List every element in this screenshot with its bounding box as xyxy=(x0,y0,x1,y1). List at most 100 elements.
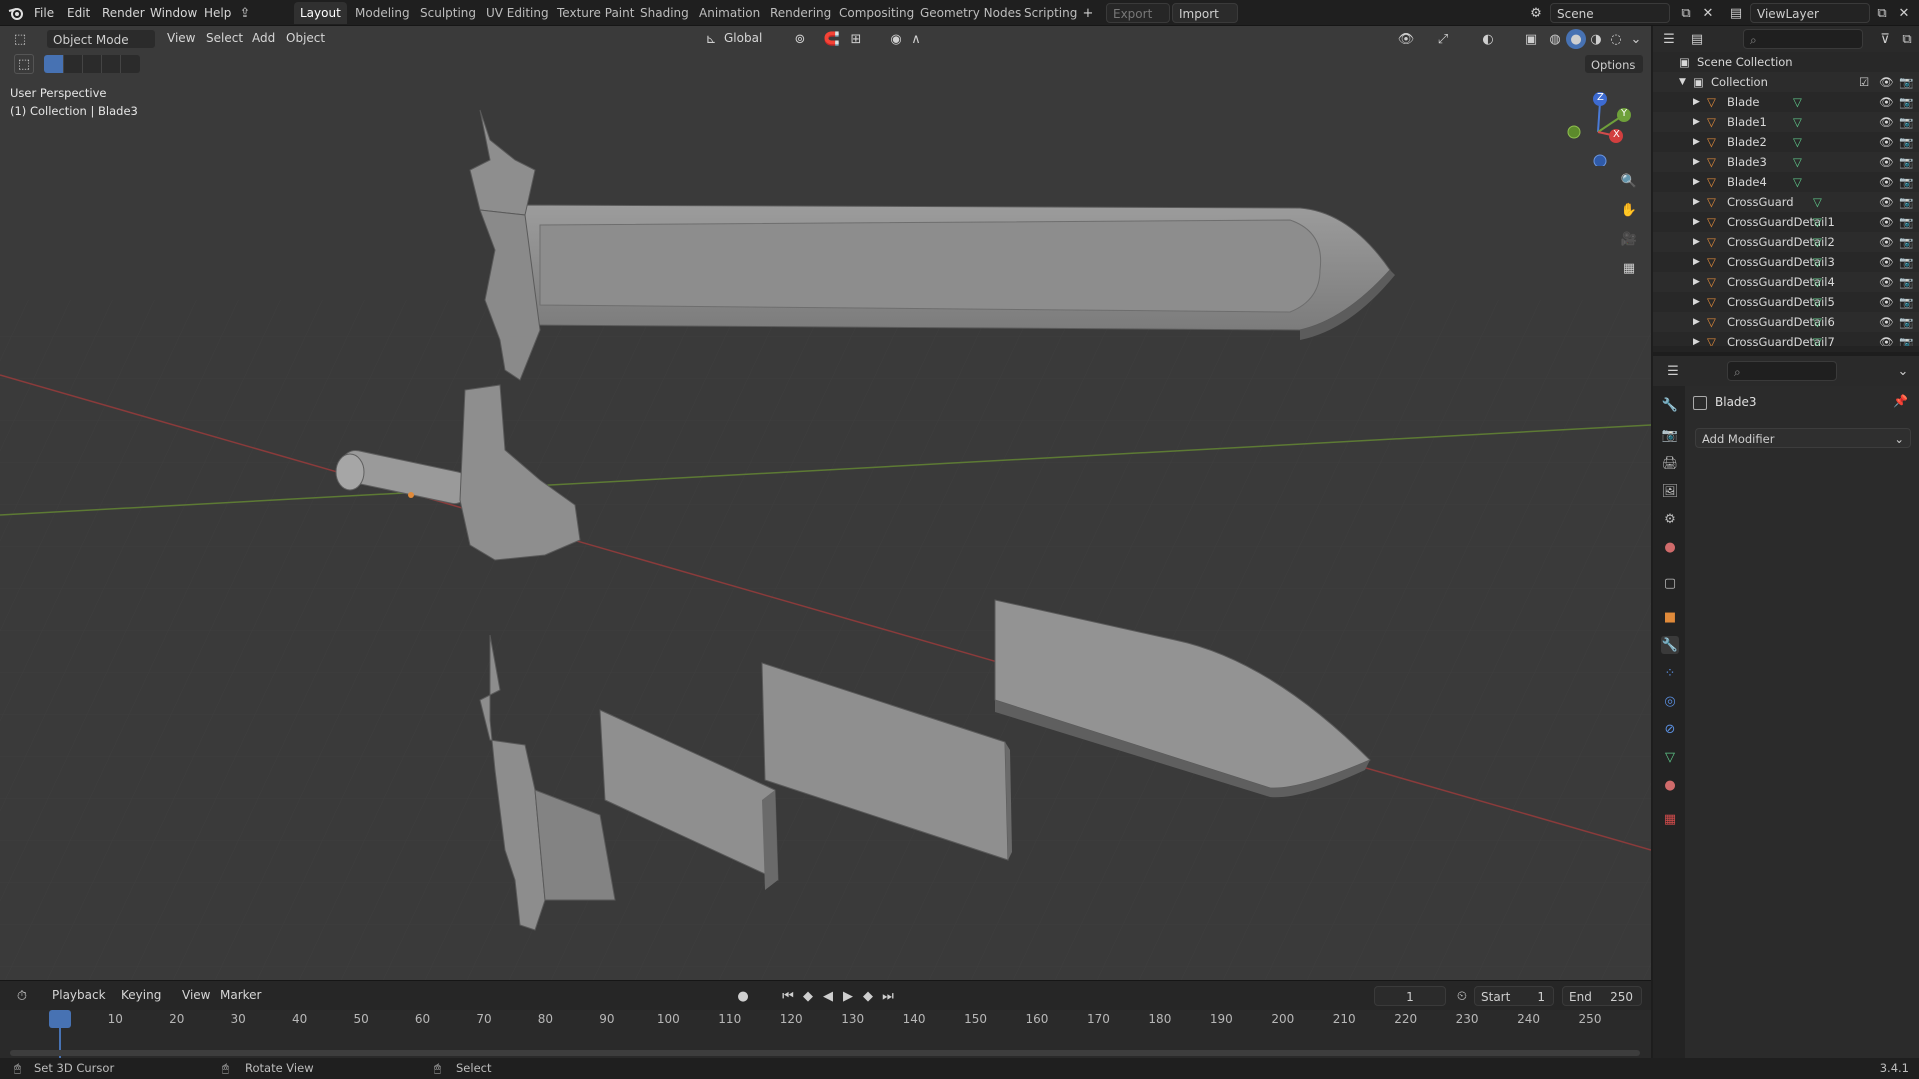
tab-uv-editing[interactable]: UV Editing xyxy=(480,2,555,24)
camera-icon[interactable]: 📷 xyxy=(1899,192,1913,212)
wireframe-shading-icon[interactable]: ◍ xyxy=(1545,29,1565,49)
blender-logo-icon[interactable] xyxy=(6,3,26,23)
select-extend-icon[interactable] xyxy=(63,55,82,73)
outliner-item[interactable]: ▶ ▽ CrossGuardDetail5 ▽ 👁 📷 xyxy=(1653,292,1919,312)
outliner-item[interactable]: ▶ ▽ Blade2 ▽ 👁 📷 xyxy=(1653,132,1919,152)
timeline-scrollbar[interactable] xyxy=(10,1050,1640,1056)
camera-icon[interactable]: 📷 xyxy=(1899,112,1913,132)
snap-target-icon[interactable]: ⊞ xyxy=(846,29,866,49)
menu-help[interactable]: Help xyxy=(204,4,231,22)
properties-options-icon[interactable]: ⌄ xyxy=(1893,361,1913,381)
camera-icon[interactable]: 📷 xyxy=(1899,172,1913,192)
snap-icon[interactable]: 🧲 xyxy=(822,29,842,49)
frame-ruler[interactable]: 1102030405060708090100110120130140150160… xyxy=(0,1010,1651,1032)
outliner-item[interactable]: ▶ ▽ Blade4 ▽ 👁 📷 xyxy=(1653,172,1919,192)
expand-icon[interactable]: ▶ xyxy=(1693,252,1700,272)
output-tab-icon[interactable]: 🖨 xyxy=(1661,454,1679,472)
playhead-marker[interactable] xyxy=(49,1010,71,1028)
eye-icon[interactable]: 👁 xyxy=(1879,272,1894,292)
camera-icon[interactable]: 📷 xyxy=(1899,212,1913,232)
outliner-item[interactable]: ▶ ▽ CrossGuardDetail6 ▽ 👁 📷 xyxy=(1653,312,1919,332)
delete-scene-icon[interactable]: ✕ xyxy=(1698,3,1718,23)
outliner-item[interactable]: ▶ ▽ Blade ▽ 👁 📷 xyxy=(1653,92,1919,112)
viewlayer-selector[interactable]: ViewLayer xyxy=(1750,3,1870,23)
keying-menu[interactable]: Keying xyxy=(121,988,161,1002)
export-button[interactable]: Export xyxy=(1106,3,1170,23)
pin-icon[interactable]: 📌 xyxy=(1893,394,1908,408)
expand-icon[interactable]: ▶ xyxy=(1693,232,1700,252)
camera-icon[interactable]: 📷 xyxy=(1899,272,1913,292)
constraints-tab-icon[interactable]: ⊘ xyxy=(1661,720,1679,738)
expand-icon[interactable]: ▼ xyxy=(1679,72,1686,92)
select-menu[interactable]: Select xyxy=(206,31,243,45)
camera-icon[interactable]: 📷 xyxy=(1899,292,1913,312)
outliner-item[interactable]: ▶ ▽ CrossGuardDetail2 ▽ 👁 📷 xyxy=(1653,232,1919,252)
tab-scripting[interactable]: Scripting xyxy=(1018,2,1083,24)
viewlayer-icon[interactable]: ▤ xyxy=(1726,3,1746,23)
eye-icon[interactable]: 👁 xyxy=(1879,112,1894,132)
add-workspace-icon[interactable]: + xyxy=(1078,3,1098,23)
gizmo-toggle-icon[interactable]: ⤢ xyxy=(1433,29,1453,49)
scene-collection-row[interactable]: ▣ Scene Collection xyxy=(1653,52,1919,72)
collection-checkbox[interactable]: ☑ xyxy=(1859,72,1869,92)
eye-icon[interactable]: 👁 xyxy=(1879,232,1894,252)
editor-type-icon[interactable]: ⬚ xyxy=(10,29,30,49)
import-button[interactable]: Import xyxy=(1172,3,1238,23)
menu-render[interactable]: Render xyxy=(102,4,145,22)
expand-icon[interactable]: ▶ xyxy=(1693,112,1700,132)
tab-sculpting[interactable]: Sculpting xyxy=(414,2,482,24)
collection-row[interactable]: ▼ ▣ Collection ☑ 👁 📷 xyxy=(1653,72,1919,92)
eye-icon[interactable]: 👁 xyxy=(1879,172,1894,192)
camera-icon[interactable]: 📷 xyxy=(1899,132,1913,152)
expand-icon[interactable]: ▶ xyxy=(1693,312,1700,332)
toggle-ortho-icon[interactable]: ▦ xyxy=(1619,258,1639,278)
camera-icon[interactable]: 📷 xyxy=(1899,152,1913,172)
timeline-view-menu[interactable]: View xyxy=(182,988,210,1002)
file-actions-icon[interactable]: ⇪ xyxy=(235,3,255,23)
scene-tab-icon[interactable]: ⚙ xyxy=(1661,510,1679,528)
texture-tab-icon[interactable]: ▦ xyxy=(1661,810,1679,828)
tab-compositing[interactable]: Compositing xyxy=(833,2,920,24)
solid-shading-icon[interactable]: ● xyxy=(1566,29,1586,49)
prev-keyframe-icon[interactable]: ◆ xyxy=(798,986,818,1006)
expand-icon[interactable]: ▶ xyxy=(1693,92,1700,112)
eye-icon[interactable]: 👁 xyxy=(1879,72,1894,92)
render-tab-icon[interactable]: 📷 xyxy=(1661,426,1679,444)
record-icon[interactable]: ● xyxy=(733,986,753,1006)
camera-icon[interactable]: 📷 xyxy=(1899,252,1913,272)
timeline-track[interactable]: 1102030405060708090100110120130140150160… xyxy=(0,1010,1651,1058)
play-reverse-icon[interactable]: ◀ xyxy=(818,986,838,1006)
camera-icon[interactable]: 📷 xyxy=(1899,72,1913,92)
outliner-item[interactable]: ▶ ▽ Blade3 ▽ 👁 📷 xyxy=(1653,152,1919,172)
select-tool-icon[interactable]: ⬚ xyxy=(14,54,34,74)
sword-blade-mesh[interactable] xyxy=(519,204,1395,340)
outliner-item[interactable]: ▶ ▽ CrossGuardDetail3 ▽ 👁 📷 xyxy=(1653,252,1919,272)
outliner-item[interactable]: ▶ ▽ CrossGuard ▽ 👁 📷 xyxy=(1653,192,1919,212)
outliner-item[interactable]: ▶ ▽ CrossGuardDetail1 ▽ 👁 📷 xyxy=(1653,212,1919,232)
marker-menu[interactable]: Marker xyxy=(220,988,261,1002)
object-menu[interactable]: Object xyxy=(286,31,325,45)
pivot-icon[interactable]: ⊚ xyxy=(790,29,810,49)
tab-shading[interactable]: Shading xyxy=(634,2,695,24)
select-invert-icon[interactable] xyxy=(101,55,120,73)
expand-icon[interactable]: ▶ xyxy=(1693,172,1700,192)
menu-window[interactable]: Window xyxy=(150,4,197,22)
new-scene-icon[interactable]: ⧉ xyxy=(1676,3,1696,23)
particles-tab-icon[interactable]: ⁘ xyxy=(1661,664,1679,682)
jump-start-icon[interactable]: ⏮ xyxy=(778,986,798,1006)
eye-icon[interactable]: 👁 xyxy=(1879,292,1894,312)
scene-icon[interactable]: ⚙ xyxy=(1526,3,1546,23)
physics-tab-icon[interactable]: ◎ xyxy=(1661,692,1679,710)
stopwatch-icon[interactable]: ⏲ xyxy=(1452,986,1472,1006)
falloff-icon[interactable]: ∧ xyxy=(906,29,926,49)
tab-rendering[interactable]: Rendering xyxy=(764,2,837,24)
expand-icon[interactable]: ▶ xyxy=(1693,192,1700,212)
view-menu[interactable]: View xyxy=(167,31,195,45)
rendered-shading-icon[interactable]: ◌ xyxy=(1606,29,1626,49)
camera-icon[interactable]: 📷 xyxy=(1899,232,1913,252)
tab-animation[interactable]: Animation xyxy=(693,2,766,24)
expand-icon[interactable]: ▶ xyxy=(1693,152,1700,172)
3d-viewport[interactable]: User Perspective (1) Collection | Blade3… xyxy=(0,26,1651,980)
play-icon[interactable]: ▶ xyxy=(838,986,858,1006)
data-tab-icon[interactable]: ▽ xyxy=(1661,748,1679,766)
